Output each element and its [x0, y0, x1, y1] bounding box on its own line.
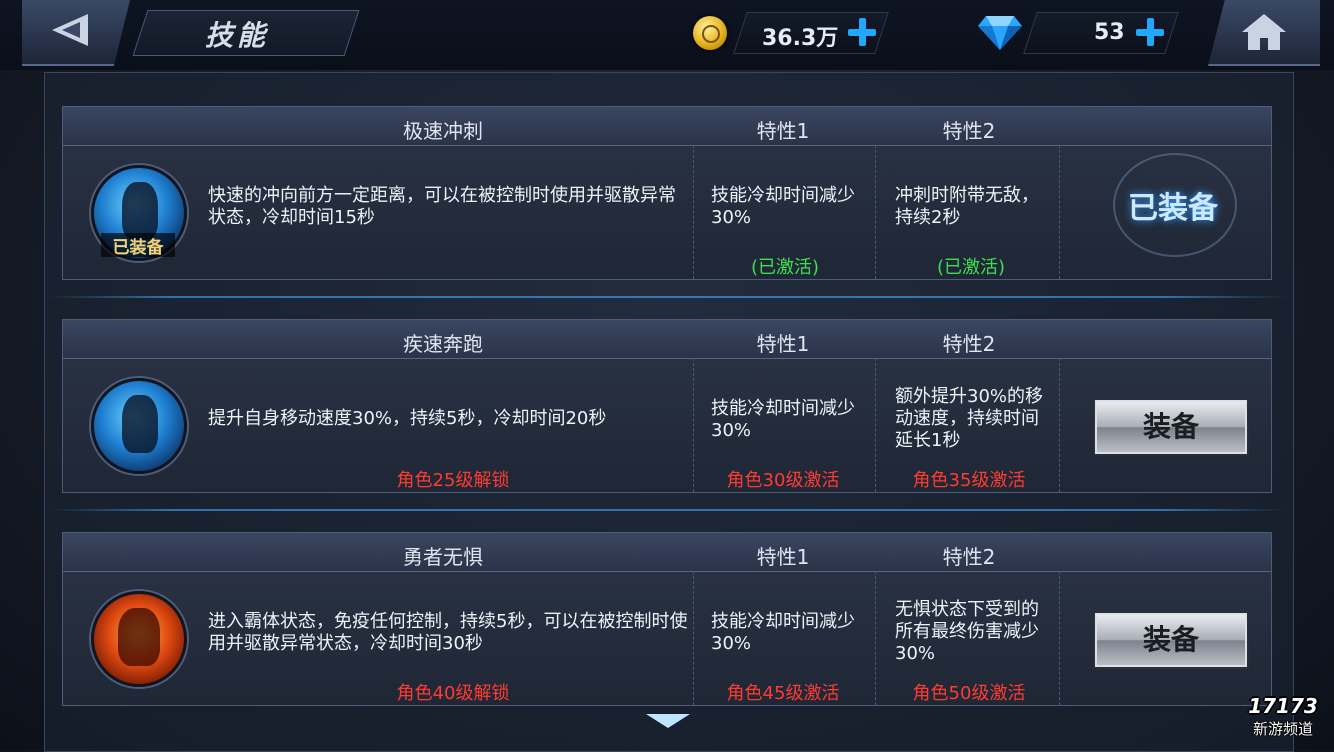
- divider: [48, 509, 1288, 511]
- watermark-logo: 17173: [1248, 694, 1318, 718]
- trait1-header: 特性1: [756, 332, 810, 356]
- trait2-status: (已激活): [936, 257, 1006, 278]
- trait1-header: 特性1: [756, 545, 810, 569]
- page-title: 技能: [205, 19, 270, 52]
- trait1-text: 技能冷却时间减少30%: [711, 611, 855, 654]
- skill-name: 勇者无惧: [403, 545, 483, 569]
- equip-button[interactable]: 装备: [1093, 611, 1249, 669]
- watermark: 17173 新游频道: [1238, 694, 1328, 746]
- equipped-badge: 已装备: [1103, 153, 1243, 257]
- unlock-requirement: 角色40级解锁: [396, 683, 510, 704]
- skill-card: 极速冲刺 特性1 特性2 已装备 快速的冲向前方一定距离，可以在被控制时使用并驱…: [62, 106, 1272, 280]
- add-coins-button[interactable]: [848, 18, 876, 46]
- trait1-status: 角色45级激活: [726, 683, 840, 704]
- trait2-header: 特性2: [942, 545, 996, 569]
- equip-button[interactable]: 装备: [1093, 398, 1249, 456]
- trait1-header: 特性1: [756, 119, 810, 143]
- skill-description: 进入霸体状态，免疫任何控制，持续5秒，可以在被控制时使用并驱散异常状态，冷却时间…: [208, 611, 688, 654]
- equipped-label: 已装备: [1128, 191, 1218, 226]
- trait2-text: 无惧状态下受到的所有最终伤害减少30%: [895, 599, 1039, 664]
- home-icon: [1242, 14, 1286, 50]
- coin-amount: 36.3万: [762, 26, 839, 51]
- gem-amount: 53: [1094, 20, 1125, 45]
- divider: [48, 296, 1288, 298]
- trait1-text: 技能冷却时间减少30%: [711, 398, 855, 441]
- trait2-text: 额外提升30%的移动速度，持续时间延长1秒: [895, 386, 1044, 451]
- watermark-text: 新游频道: [1252, 720, 1313, 738]
- equipped-tag: 已装备: [101, 233, 175, 258]
- add-gems-button[interactable]: [1136, 18, 1164, 46]
- trait1-status: (已激活): [750, 257, 820, 278]
- trait2-header: 特性2: [942, 119, 996, 143]
- skill-card: 疾速奔跑 特性1 特性2 提升自身移动速度30%，持续5秒，冷却时间20秒 角色…: [62, 319, 1272, 493]
- skill-description: 提升自身移动速度30%，持续5秒，冷却时间20秒: [208, 408, 607, 429]
- scroll-down-icon[interactable]: [646, 714, 690, 728]
- skill-name: 疾速奔跑: [403, 332, 483, 356]
- trait2-status: 角色35级激活: [912, 470, 1026, 491]
- fearless-skill-icon[interactable]: [91, 591, 187, 687]
- diamond-icon: [978, 16, 1022, 50]
- back-button[interactable]: [22, 0, 130, 66]
- coin-icon: [693, 16, 727, 50]
- home-button[interactable]: [1208, 0, 1320, 66]
- trait2-status: 角色50级激活: [912, 683, 1026, 704]
- unlock-requirement: 角色25级解锁: [396, 470, 510, 491]
- skill-description: 快速的冲向前方一定距离，可以在被控制时使用并驱散异常状态，冷却时间15秒: [208, 185, 676, 228]
- trait1-text: 技能冷却时间减少30%: [711, 185, 855, 228]
- skill-name: 极速冲刺: [403, 119, 483, 143]
- trait1-status: 角色30级激活: [726, 470, 840, 491]
- trait2-text: 冲刺时附带无敌，持续2秒: [895, 185, 1039, 228]
- skill-card: 勇者无惧 特性1 特性2 进入霸体状态，免疫任何控制，持续5秒，可以在被控制时使…: [62, 532, 1272, 706]
- trait2-header: 特性2: [942, 332, 996, 356]
- sprint-skill-icon[interactable]: [91, 378, 187, 474]
